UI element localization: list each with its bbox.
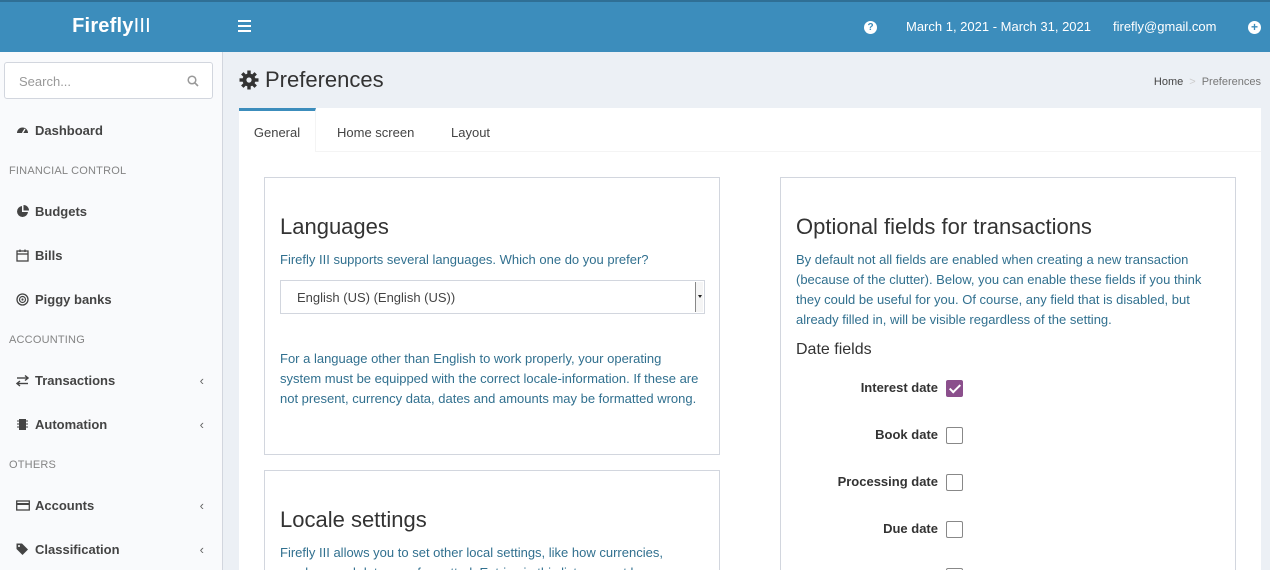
chevron-left-icon: ‹ bbox=[199, 542, 204, 557]
bullseye-icon bbox=[16, 293, 29, 306]
nav-header-financial-control: FINANCIAL CONTROL bbox=[9, 165, 127, 177]
sidebar-item-automation[interactable]: Automation ‹ bbox=[0, 407, 222, 443]
locale-title: Locale settings bbox=[280, 507, 427, 532]
breadcrumb-current: Preferences bbox=[1201, 76, 1261, 88]
dashboard-icon bbox=[16, 124, 29, 137]
interest-date-checkbox[interactable] bbox=[946, 380, 963, 397]
nav-header-accounting: ACCOUNTING bbox=[9, 334, 85, 346]
gear-icon bbox=[239, 70, 259, 90]
sidebar-item-bills[interactable]: Bills bbox=[0, 238, 222, 274]
sidebar: Search... Dashboard FINANCIAL CONTROL Bu… bbox=[0, 52, 223, 570]
sidebar-item-classification[interactable]: Classification ‹ bbox=[0, 532, 222, 568]
pie-chart-icon bbox=[16, 205, 29, 218]
top-navbar: FireflyIII ? March 1, 2021 - March 31, 2… bbox=[0, 0, 1270, 52]
calendar-icon bbox=[16, 249, 29, 262]
chevron-left-icon: ‹ bbox=[199, 417, 204, 432]
field-row-processing-date: Processing date bbox=[781, 472, 1235, 502]
breadcrumb: Home > Preferences bbox=[1153, 76, 1261, 88]
search-icon[interactable] bbox=[187, 75, 199, 87]
due-date-checkbox[interactable] bbox=[946, 521, 963, 538]
credit-card-icon bbox=[16, 499, 30, 512]
chevron-left-icon: ‹ bbox=[199, 498, 204, 513]
chevron-down-icon bbox=[695, 282, 703, 312]
tab-layout[interactable]: Layout bbox=[451, 108, 490, 152]
user-menu[interactable]: firefly@gmail.com bbox=[1113, 19, 1217, 34]
tab-bar: General Home screen Layout bbox=[239, 108, 1261, 152]
optional-fields-title: Optional fields for transactions bbox=[796, 214, 1092, 239]
microchip-icon bbox=[16, 418, 29, 431]
help-icon[interactable]: ? bbox=[864, 21, 877, 34]
languages-title: Languages bbox=[280, 214, 389, 239]
exchange-icon bbox=[15, 374, 30, 387]
chevron-left-icon: ‹ bbox=[199, 373, 204, 388]
sidebar-item-piggy-banks[interactable]: Piggy banks bbox=[0, 282, 222, 318]
optional-fields-box: Optional fields for transactions By defa… bbox=[780, 177, 1236, 570]
page-title: Preferences bbox=[265, 67, 384, 92]
date-range-picker[interactable]: March 1, 2021 - March 31, 2021 bbox=[906, 19, 1091, 34]
field-row-due-date: Due date bbox=[781, 519, 1235, 549]
sidebar-item-transactions[interactable]: Transactions ‹ bbox=[0, 363, 222, 399]
field-row-next bbox=[781, 566, 1235, 570]
search-input[interactable]: Search... bbox=[4, 62, 213, 99]
language-select[interactable]: English (US) (English (US)) bbox=[280, 280, 705, 314]
languages-note: For a language other than English to wor… bbox=[280, 351, 699, 406]
tags-icon bbox=[16, 543, 29, 556]
app-logo[interactable]: FireflyIII bbox=[0, 2, 223, 52]
sidebar-item-dashboard[interactable]: Dashboard bbox=[0, 113, 222, 149]
processing-date-checkbox[interactable] bbox=[946, 474, 963, 491]
tab-general[interactable]: General bbox=[239, 108, 316, 152]
breadcrumb-home-link[interactable]: Home bbox=[1154, 76, 1183, 88]
sidebar-item-accounts[interactable]: Accounts ‹ bbox=[0, 488, 222, 524]
field-row-book-date: Book date bbox=[781, 425, 1235, 455]
tab-home-screen[interactable]: Home screen bbox=[337, 108, 414, 152]
optional-fields-help: By default not all fields are enabled wh… bbox=[796, 252, 1202, 327]
nav-header-others: OTHERS bbox=[9, 459, 57, 471]
locale-settings-box: Locale settings Firefly III allows you t… bbox=[264, 470, 720, 570]
create-new-icon[interactable]: + bbox=[1248, 21, 1261, 34]
sidebar-item-budgets[interactable]: Budgets bbox=[0, 194, 222, 230]
locale-help: Firefly III allows you to set other loca… bbox=[280, 545, 663, 570]
field-row-interest-date: Interest date bbox=[781, 378, 1235, 408]
languages-help: Firefly III supports several languages. … bbox=[280, 252, 649, 267]
languages-box: Languages Firefly III supports several l… bbox=[264, 177, 720, 455]
date-fields-title: Date fields bbox=[796, 341, 872, 358]
sidebar-toggle-icon[interactable] bbox=[238, 20, 251, 32]
preferences-tabs: General Home screen Layout Languages Fir… bbox=[239, 108, 1261, 570]
book-date-checkbox[interactable] bbox=[946, 427, 963, 444]
